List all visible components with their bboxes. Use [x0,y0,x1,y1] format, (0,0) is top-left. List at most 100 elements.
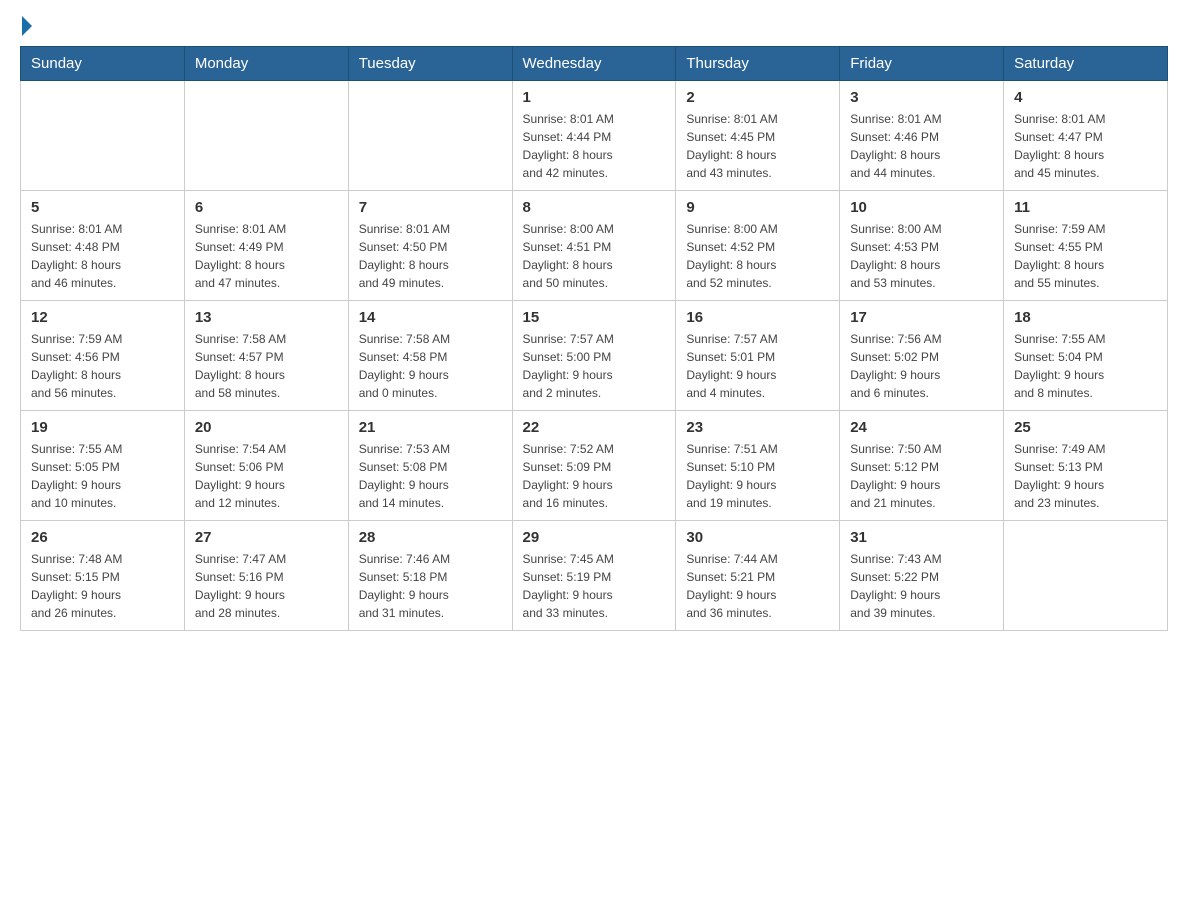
calendar-week-row: 12 Sunrise: 7:59 AM Sunset: 4:56 PM Dayli… [21,301,1168,411]
day-info: Sunrise: 7:55 AM Sunset: 5:05 PM Dayligh… [31,440,174,512]
calendar-cell: 6 Sunrise: 8:01 AM Sunset: 4:49 PM Daylig… [184,191,348,301]
day-number: 21 [359,419,502,436]
weekday-header-sunday: Sunday [21,47,185,81]
calendar-cell: 23 Sunrise: 7:51 AM Sunset: 5:10 PM Dayli… [676,411,840,521]
calendar-cell: 1Sunrise: 8:01 AM Sunset: 4:44 PM Daylig… [512,81,676,191]
day-number: 7 [359,199,502,216]
day-info: Sunrise: 8:00 AM Sunset: 4:53 PM Dayligh… [850,220,993,292]
day-info: Sunrise: 7:49 AM Sunset: 5:13 PM Dayligh… [1014,440,1157,512]
day-number: 17 [850,309,993,326]
logo [20,20,32,36]
calendar-cell: 10 Sunrise: 8:00 AM Sunset: 4:53 PM Dayli… [840,191,1004,301]
day-number: 18 [1014,309,1157,326]
day-info: Sunrise: 7:45 AM Sunset: 5:19 PM Dayligh… [523,550,666,622]
calendar-cell: 27 Sunrise: 7:47 AM Sunset: 5:16 PM Dayli… [184,521,348,631]
calendar-cell: 8 Sunrise: 8:00 AM Sunset: 4:51 PM Daylig… [512,191,676,301]
day-info: Sunrise: 7:47 AM Sunset: 5:16 PM Dayligh… [195,550,338,622]
day-info: Sunrise: 7:50 AM Sunset: 5:12 PM Dayligh… [850,440,993,512]
day-info: Sunrise: 8:00 AM Sunset: 4:52 PM Dayligh… [686,220,829,292]
weekday-header-thursday: Thursday [676,47,840,81]
day-number: 1 [523,89,666,106]
day-info: Sunrise: 8:01 AM Sunset: 4:49 PM Dayligh… [195,220,338,292]
calendar-cell: 11 Sunrise: 7:59 AM Sunset: 4:55 PM Dayli… [1004,191,1168,301]
calendar-cell: 30 Sunrise: 7:44 AM Sunset: 5:21 PM Dayli… [676,521,840,631]
calendar-cell: 16Sunrise: 7:57 AM Sunset: 5:01 PM Dayli… [676,301,840,411]
day-number: 28 [359,529,502,546]
calendar-cell: 14Sunrise: 7:58 AM Sunset: 4:58 PM Dayli… [348,301,512,411]
day-info: Sunrise: 7:57 AM Sunset: 5:00 PM Dayligh… [523,330,666,402]
calendar-cell: 28Sunrise: 7:46 AM Sunset: 5:18 PM Dayli… [348,521,512,631]
weekday-header-wednesday: Wednesday [512,47,676,81]
day-number: 30 [686,529,829,546]
day-info: Sunrise: 7:51 AM Sunset: 5:10 PM Dayligh… [686,440,829,512]
calendar-week-row: 5Sunrise: 8:01 AM Sunset: 4:48 PM Daylig… [21,191,1168,301]
calendar-cell: 18 Sunrise: 7:55 AM Sunset: 5:04 PM Dayli… [1004,301,1168,411]
day-number: 15 [523,309,666,326]
calendar-cell: 24 Sunrise: 7:50 AM Sunset: 5:12 PM Dayli… [840,411,1004,521]
day-info: Sunrise: 8:00 AM Sunset: 4:51 PM Dayligh… [523,220,666,292]
calendar-cell: 20Sunrise: 7:54 AM Sunset: 5:06 PM Dayli… [184,411,348,521]
calendar-cell: 12 Sunrise: 7:59 AM Sunset: 4:56 PM Dayli… [21,301,185,411]
calendar-cell: 22 Sunrise: 7:52 AM Sunset: 5:09 PM Dayli… [512,411,676,521]
logo-arrow-icon [22,16,32,36]
calendar-table: SundayMondayTuesdayWednesdayThursdayFrid… [20,46,1168,631]
calendar-cell [1004,521,1168,631]
calendar-cell: 4 Sunrise: 8:01 AM Sunset: 4:47 PM Daylig… [1004,81,1168,191]
calendar-cell: 17Sunrise: 7:56 AM Sunset: 5:02 PM Dayli… [840,301,1004,411]
calendar-week-row: 1Sunrise: 8:01 AM Sunset: 4:44 PM Daylig… [21,81,1168,191]
calendar-cell [21,81,185,191]
weekday-header-friday: Friday [840,47,1004,81]
day-number: 9 [686,199,829,216]
day-info: Sunrise: 7:44 AM Sunset: 5:21 PM Dayligh… [686,550,829,622]
day-number: 19 [31,419,174,436]
day-number: 31 [850,529,993,546]
day-info: Sunrise: 7:43 AM Sunset: 5:22 PM Dayligh… [850,550,993,622]
calendar-week-row: 19 Sunrise: 7:55 AM Sunset: 5:05 PM Dayli… [21,411,1168,521]
day-info: Sunrise: 7:55 AM Sunset: 5:04 PM Dayligh… [1014,330,1157,402]
calendar-cell: 5Sunrise: 8:01 AM Sunset: 4:48 PM Daylig… [21,191,185,301]
day-number: 23 [686,419,829,436]
calendar-week-row: 26 Sunrise: 7:48 AM Sunset: 5:15 PM Dayli… [21,521,1168,631]
calendar-cell [348,81,512,191]
day-info: Sunrise: 8:01 AM Sunset: 4:46 PM Dayligh… [850,110,993,182]
day-info: Sunrise: 7:59 AM Sunset: 4:55 PM Dayligh… [1014,220,1157,292]
day-info: Sunrise: 8:01 AM Sunset: 4:50 PM Dayligh… [359,220,502,292]
day-number: 5 [31,199,174,216]
day-number: 11 [1014,199,1157,216]
day-number: 26 [31,529,174,546]
day-number: 27 [195,529,338,546]
calendar-cell: 31 Sunrise: 7:43 AM Sunset: 5:22 PM Dayli… [840,521,1004,631]
day-info: Sunrise: 7:48 AM Sunset: 5:15 PM Dayligh… [31,550,174,622]
weekday-header-saturday: Saturday [1004,47,1168,81]
calendar-cell: 26 Sunrise: 7:48 AM Sunset: 5:15 PM Dayli… [21,521,185,631]
day-number: 4 [1014,89,1157,106]
calendar-cell: 29 Sunrise: 7:45 AM Sunset: 5:19 PM Dayli… [512,521,676,631]
day-number: 10 [850,199,993,216]
page-header [20,20,1168,36]
day-number: 24 [850,419,993,436]
day-info: Sunrise: 7:53 AM Sunset: 5:08 PM Dayligh… [359,440,502,512]
day-info: Sunrise: 8:01 AM Sunset: 4:47 PM Dayligh… [1014,110,1157,182]
day-number: 22 [523,419,666,436]
day-number: 14 [359,309,502,326]
calendar-cell: 13Sunrise: 7:58 AM Sunset: 4:57 PM Dayli… [184,301,348,411]
day-number: 13 [195,309,338,326]
calendar-cell: 3 Sunrise: 8:01 AM Sunset: 4:46 PM Daylig… [840,81,1004,191]
weekday-header-tuesday: Tuesday [348,47,512,81]
day-number: 8 [523,199,666,216]
day-info: Sunrise: 8:01 AM Sunset: 4:45 PM Dayligh… [686,110,829,182]
day-number: 12 [31,309,174,326]
weekday-header-monday: Monday [184,47,348,81]
day-number: 25 [1014,419,1157,436]
day-number: 6 [195,199,338,216]
weekday-header-row: SundayMondayTuesdayWednesdayThursdayFrid… [21,47,1168,81]
calendar-cell: 21 Sunrise: 7:53 AM Sunset: 5:08 PM Dayli… [348,411,512,521]
calendar-cell: 25 Sunrise: 7:49 AM Sunset: 5:13 PM Dayli… [1004,411,1168,521]
calendar-cell: 7 Sunrise: 8:01 AM Sunset: 4:50 PM Daylig… [348,191,512,301]
day-info: Sunrise: 7:59 AM Sunset: 4:56 PM Dayligh… [31,330,174,402]
calendar-cell: 15 Sunrise: 7:57 AM Sunset: 5:00 PM Dayli… [512,301,676,411]
calendar-cell: 19 Sunrise: 7:55 AM Sunset: 5:05 PM Dayli… [21,411,185,521]
day-number: 3 [850,89,993,106]
day-number: 29 [523,529,666,546]
day-info: Sunrise: 7:52 AM Sunset: 5:09 PM Dayligh… [523,440,666,512]
